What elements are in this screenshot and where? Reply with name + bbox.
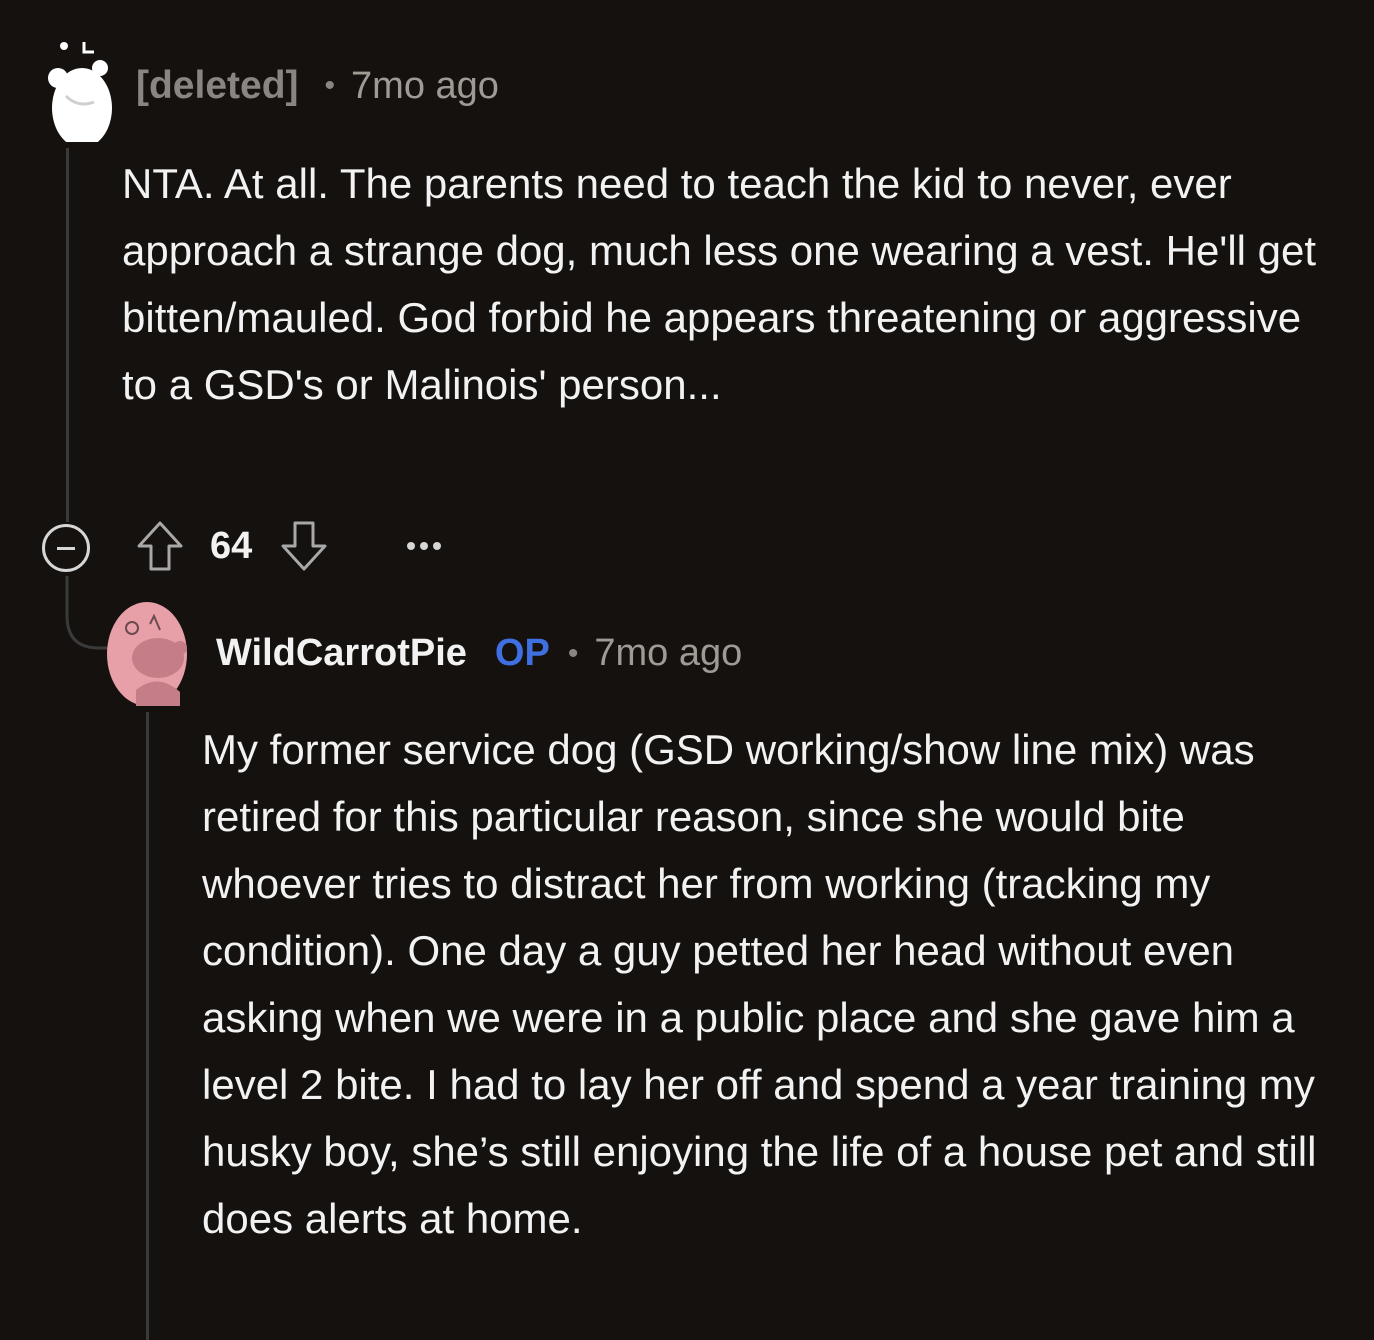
author-name[interactable]: WildCarrotPie bbox=[216, 632, 467, 675]
thread-line-reply[interactable] bbox=[146, 712, 149, 1340]
op-badge: OP bbox=[494, 632, 550, 674]
comment-actions: 64 bbox=[136, 520, 442, 572]
downvote-icon[interactable] bbox=[280, 520, 328, 572]
comment-thread: [deleted] • 7mo ago NTA. At all. The par… bbox=[0, 0, 1374, 1340]
comment-timestamp[interactable]: 7mo ago bbox=[351, 65, 499, 108]
collapse-thread-button[interactable] bbox=[42, 524, 90, 572]
comment-body: NTA. At all. The parents need to teach t… bbox=[122, 160, 1317, 408]
thread-line-parent[interactable] bbox=[66, 148, 69, 522]
more-options-icon[interactable] bbox=[406, 540, 442, 552]
author-name: [deleted] bbox=[136, 64, 299, 107]
comment-body: My former service dog (GSD working/show … bbox=[202, 726, 1317, 1242]
upvote-icon[interactable] bbox=[136, 520, 184, 572]
separator-dot: • bbox=[324, 69, 336, 102]
comment-meta: [deleted] • 7mo ago bbox=[136, 64, 499, 108]
comment-meta: WildCarrotPie OP • 7mo ago bbox=[216, 632, 742, 675]
separator-dot: • bbox=[567, 636, 579, 670]
comment-timestamp[interactable]: 7mo ago bbox=[594, 632, 742, 675]
minus-icon bbox=[57, 546, 75, 550]
snoo-avatar-icon[interactable] bbox=[38, 38, 114, 142]
snoo-avatar-icon[interactable] bbox=[106, 602, 190, 710]
vote-score: 64 bbox=[210, 524, 253, 567]
